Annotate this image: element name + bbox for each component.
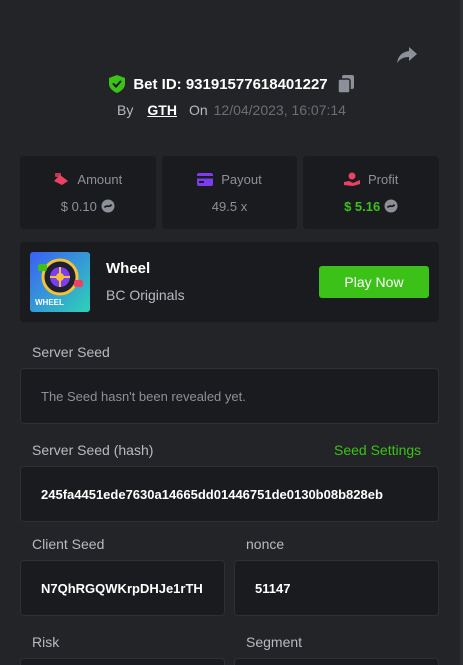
server-hash-label: Server Seed (hash)	[32, 442, 154, 458]
game-thumbnail[interactable]: WHEEL	[30, 252, 90, 312]
stat-amount: Amount $ 0.10	[20, 156, 156, 229]
coin-icon	[101, 199, 115, 213]
segment-field[interactable]	[234, 658, 439, 665]
copy-icon[interactable]	[337, 75, 354, 93]
risk-label: Risk	[32, 634, 60, 650]
bet-stats: Amount $ 0.10 Payout 49.5 x Profit $ 5.1…	[20, 156, 440, 229]
nonce-label: nonce	[246, 536, 285, 552]
seed-settings-link[interactable]: Seed Settings	[334, 442, 421, 458]
nonce-field[interactable]: 51147	[234, 560, 439, 616]
game-provider: BC Originals	[106, 287, 185, 303]
game-card: WHEEL Wheel BC Originals Play Now	[20, 242, 439, 322]
stat-payout-label: Payout	[221, 171, 262, 187]
client-seed-label: Client Seed	[32, 536, 105, 552]
coin-icon	[384, 199, 398, 213]
user-link[interactable]: GTH	[147, 102, 177, 118]
by-label: By	[117, 102, 134, 118]
stat-profit-value: $ 5.16	[344, 198, 381, 214]
stat-profit: Profit $ 5.16	[303, 156, 440, 229]
amount-icon	[54, 173, 69, 185]
play-now-button[interactable]: Play Now	[319, 266, 429, 298]
server-hash-field[interactable]: 245fa4451ede7630a14665dd01446751de0130b0…	[20, 466, 439, 522]
share-icon[interactable]	[395, 42, 419, 66]
segment-label: Segment	[246, 634, 303, 650]
thumbnail-label: WHEEL	[35, 298, 64, 307]
payout-card-icon	[197, 172, 214, 186]
risk-field[interactable]	[20, 658, 225, 665]
profit-icon	[344, 172, 360, 186]
bet-details-panel: Bet ID: 93191577618401227 By GTH On 12/0…	[0, 0, 463, 665]
on-label: On	[188, 102, 208, 118]
stat-profit-label: Profit	[368, 171, 399, 187]
client-seed-field[interactable]: N7QhRGQWKrpDHJe1rTH	[20, 560, 225, 616]
bet-meta-row: By GTH On 12/04/2023, 16:07:14	[0, 100, 463, 120]
verified-shield-icon	[109, 75, 126, 93]
stat-payout-value: 49.5 x	[211, 198, 248, 214]
server-seed-field: The Seed hasn't been revealed yet.	[20, 368, 439, 424]
stat-amount-value: $ 0.10	[60, 198, 97, 214]
stat-payout: Payout 49.5 x	[161, 156, 298, 229]
bet-id-row: Bet ID: 93191577618401227	[0, 73, 463, 95]
stat-amount-label: Amount	[77, 171, 123, 187]
bet-id: Bet ID: 93191577618401227	[133, 75, 328, 93]
game-name: Wheel	[106, 260, 151, 277]
server-seed-label: Server Seed	[32, 344, 110, 360]
bet-date: 12/04/2023, 16:07:14	[213, 102, 346, 118]
